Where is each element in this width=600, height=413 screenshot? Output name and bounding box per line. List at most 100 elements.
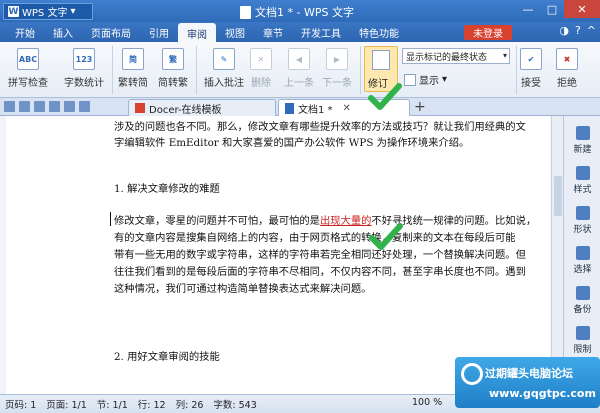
accept-button[interactable]: ✔ 接受 — [520, 48, 542, 89]
prev-comment-button[interactable]: ◀ 上一条 — [284, 48, 314, 89]
print-preview-icon[interactable] — [49, 101, 60, 112]
check-mark-icon — [369, 223, 403, 250]
word-count-icon: 123 — [73, 48, 95, 70]
new-tab-button[interactable]: + — [414, 99, 426, 115]
scrollbar-thumb[interactable] — [554, 176, 562, 216]
status-section: 节: 1/1 — [96, 400, 128, 411]
right-task-pane: 新建 样式 形状 选择 备份 限制 — [563, 116, 600, 394]
insert-comment-button[interactable]: ✎ 插入批注 — [204, 48, 244, 89]
close-icon[interactable]: ✕ — [564, 0, 600, 18]
window-title: 文档1 * - WPS 文字 — [240, 4, 354, 20]
show-markup-button[interactable]: 显示 ▾ — [404, 72, 447, 87]
sidebar-item-new[interactable]: 新建 — [564, 126, 600, 155]
sidebar-item-shape[interactable]: 形状 — [564, 206, 600, 235]
doc-line: 带有一些无用的数字或字符串，这样的字符串若完全相同还好处理，一个替换解决问题。但 — [114, 249, 526, 261]
sidebar-item-label: 限制 — [573, 345, 592, 355]
accept-label: 接受 — [521, 78, 541, 89]
tab-label: 文档1 * — [298, 104, 333, 116]
spell-check-icon: ABC — [17, 48, 39, 70]
sidebar-item-label: 备份 — [573, 305, 592, 315]
sidebar-item-select[interactable]: 选择 — [564, 246, 600, 275]
menu-review[interactable]: 审阅 — [178, 23, 216, 43]
quick-access-toolbar — [4, 101, 90, 112]
simp-to-trad-button[interactable]: 繁 简转繁 — [158, 48, 188, 89]
reject-button[interactable]: ✖ 拒绝 — [556, 48, 578, 89]
sidebar-item-restrict[interactable]: 限制 — [564, 326, 600, 355]
revision-insert: 出现大量的 — [319, 215, 372, 227]
doc-line: 有的文章内容是搜集自网络上的内容，由于网页格式的转换，复制来的文本在每段后可能 — [114, 232, 516, 244]
redo-icon[interactable] — [79, 101, 90, 112]
open-folder-icon[interactable] — [4, 101, 15, 112]
menu-view[interactable]: 视图 — [216, 22, 254, 42]
ribbon-separator — [196, 46, 197, 94]
menu-references[interactable]: 引用 — [140, 22, 178, 42]
menu-developer[interactable]: 开发工具 — [292, 22, 350, 42]
zoom-level[interactable]: 100 % — [412, 397, 442, 408]
sidebar-item-style[interactable]: 样式 — [564, 166, 600, 195]
undo-icon[interactable] — [64, 101, 75, 112]
simp-to-trad-label: 简转繁 — [158, 78, 188, 89]
prev-comment-label: 上一条 — [284, 78, 314, 89]
watermark-title: 过期罐头电脑论坛 — [485, 367, 573, 380]
watermark-url: www.gqgtpc.com — [489, 387, 596, 400]
next-comment-button[interactable]: ▶ 下一条 — [322, 48, 352, 89]
trad-to-simp-icon: 简 — [122, 48, 144, 70]
chevron-down-icon: ▾ — [70, 6, 76, 17]
next-comment-icon: ▶ — [326, 48, 348, 70]
doc-line: 修改文章，零星的问题并不可怕，最可怕的是出现大量的不好寻找统一规律的问题。比如说… — [114, 212, 536, 227]
backup-icon — [575, 286, 590, 300]
menu-insert[interactable]: 插入 — [44, 22, 82, 42]
sidebar-item-label: 选择 — [573, 265, 592, 275]
lock-icon — [575, 326, 590, 340]
status-page-no: 页码: 1 — [5, 400, 37, 411]
minimize-icon[interactable]: — — [516, 0, 540, 18]
tab-docer-templates[interactable]: Docer-在线模板 — [128, 99, 276, 116]
doc-line-text: 字编辑软件 EmEditor 和大家喜爱的国产办公软件 WPS 为操作环境来介绍… — [114, 137, 470, 149]
chevron-down-icon: ▾ — [502, 51, 507, 60]
app-menu-button[interactable]: W WPS 文字 ▾ — [3, 3, 93, 20]
word-count-icon-text: 123 — [75, 54, 93, 64]
menu-special[interactable]: 特色功能 — [350, 22, 408, 42]
markup-status-value: 显示标记的最终状态 — [406, 52, 488, 63]
print-icon[interactable] — [34, 101, 45, 112]
new-icon — [575, 126, 590, 140]
show-icon — [404, 73, 416, 86]
status-pages: 页面: 1/1 — [46, 400, 87, 411]
login-button[interactable]: 未登录 — [464, 25, 512, 40]
spell-check-button[interactable]: ABC 拼写检查 — [8, 48, 48, 89]
spell-check-label: 拼写检查 — [8, 78, 48, 89]
spell-check-icon-text: ABC — [18, 54, 38, 64]
save-icon[interactable] — [19, 101, 30, 112]
maximize-icon[interactable]: □ — [540, 0, 564, 18]
reject-icon: ✖ — [556, 48, 578, 70]
help-icon[interactable]: ? — [575, 24, 581, 37]
menu-section[interactable]: 章节 — [254, 22, 292, 42]
tab-close-icon[interactable]: ✕ — [343, 103, 351, 114]
app-name: WPS 文字 — [22, 8, 68, 19]
trad-to-simp-label: 繁转简 — [118, 78, 148, 89]
prev-comment-icon: ◀ — [288, 48, 310, 70]
menu-home[interactable]: 开始 — [6, 22, 44, 42]
document-icon — [285, 102, 294, 114]
ribbon-separator — [112, 46, 113, 94]
chevron-down-icon: ▾ — [442, 74, 448, 85]
sidebar-item-backup[interactable]: 备份 — [564, 286, 600, 315]
document-page[interactable]: 涉及的问题也各不同。那么，修改文章有哪些提升效率的方法或技巧？就让我们用经典的文… — [6, 116, 550, 394]
vertical-scrollbar[interactable] — [551, 116, 563, 394]
select-icon — [575, 246, 590, 260]
section-heading-1: 1. 解决文章修改的难题 — [114, 183, 220, 195]
menu-page-layout[interactable]: 页面布局 — [82, 22, 140, 42]
doc-line: 这种情况，我们可通过构造简单替换表达式来解决问题。 — [114, 283, 372, 295]
word-count-button[interactable]: 123 字数统计 — [64, 48, 104, 89]
review-ribbon: ABC 拼写检查 123 字数统计 简 繁转简 繁 简转繁 ✎ 插入批注 ✕ 删… — [0, 42, 600, 98]
collapse-icon[interactable]: ^ — [587, 24, 596, 37]
wps-logo-icon: W — [8, 6, 19, 17]
trad-to-simp-button[interactable]: 简 繁转简 — [118, 48, 148, 89]
skin-icon[interactable]: ◑ — [559, 24, 569, 37]
markup-status-select[interactable]: 显示标记的最终状态 ▾ — [402, 48, 510, 64]
comment-icon: ✎ — [213, 48, 235, 70]
doc-title: 文档1 * - WPS 文字 — [255, 6, 354, 19]
delete-comment-button[interactable]: ✕ 删除 — [250, 48, 272, 89]
delete-comment-label: 删除 — [251, 78, 271, 89]
insert-comment-label: 插入批注 — [204, 78, 244, 89]
